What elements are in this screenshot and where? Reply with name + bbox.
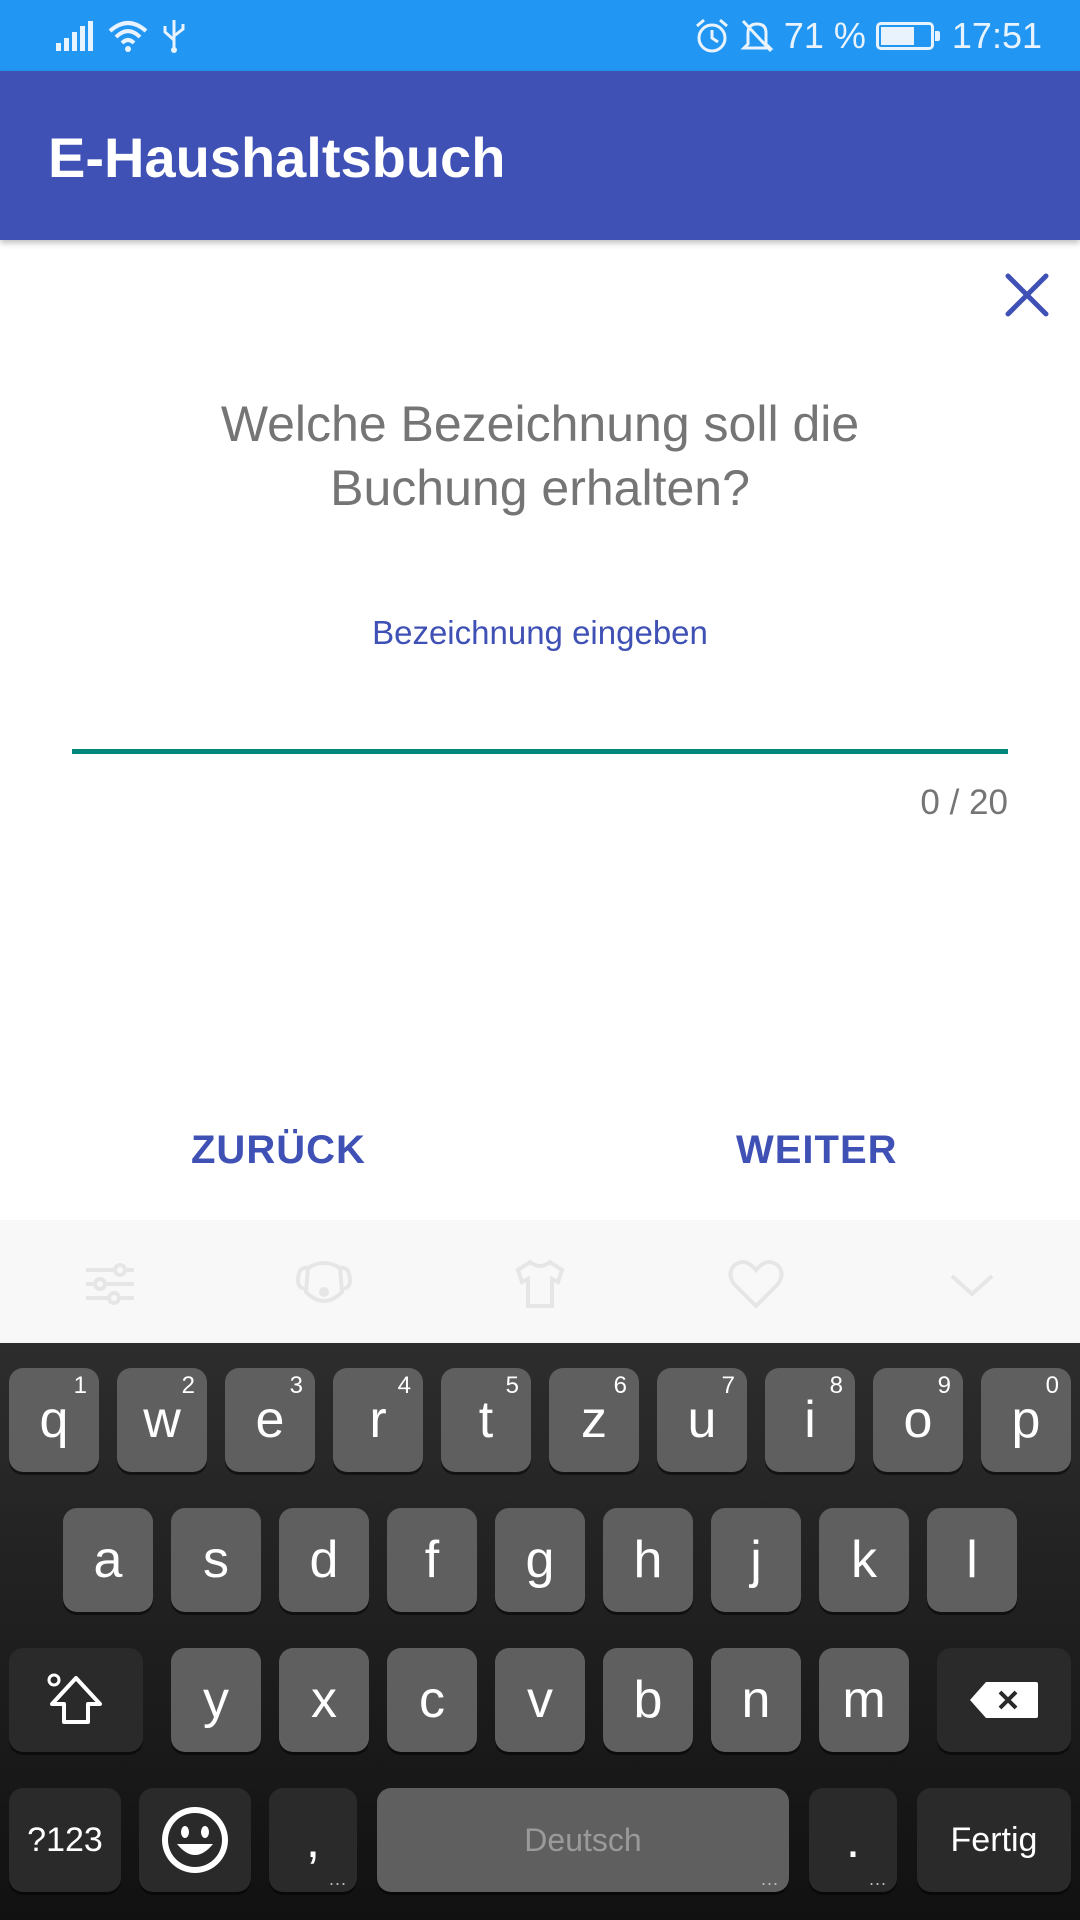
key-hint: 7 — [721, 1372, 735, 1399]
emoji-key[interactable] — [139, 1788, 251, 1892]
key-hint: 8 — [829, 1372, 843, 1399]
key-a[interactable]: a — [63, 1508, 153, 1612]
key-label: q — [39, 1391, 69, 1449]
space-key[interactable]: Deutsch... — [377, 1788, 789, 1892]
key-hint: 3 — [289, 1372, 303, 1399]
battery-percent: 71 % — [783, 15, 866, 56]
more-dots-icon: ... — [868, 1869, 887, 1889]
wifi-icon — [108, 21, 148, 52]
key-hint: 6 — [613, 1372, 627, 1399]
status-left — [56, 16, 186, 56]
close-icon — [1005, 273, 1049, 317]
key-label: o — [903, 1391, 933, 1449]
key-label: w — [143, 1391, 181, 1449]
key-i[interactable]: 8i — [765, 1368, 855, 1472]
collapse-chevron-icon[interactable] — [942, 1256, 1002, 1312]
shift-key[interactable] — [9, 1648, 143, 1752]
soft-keyboard: 1q 2w 3e 4r 5t 6z 7u 8i 9o 0p a s d f g … — [0, 1343, 1080, 1920]
theme-shirt-icon[interactable] — [510, 1256, 570, 1312]
key-label: e — [255, 1391, 285, 1449]
key-label: i — [804, 1391, 816, 1449]
alarm-icon — [695, 18, 728, 53]
key-k[interactable]: k — [819, 1508, 909, 1612]
key-label: u — [687, 1391, 717, 1449]
character-counter: 0 / 20 — [920, 783, 1008, 822]
key-x[interactable]: x — [279, 1648, 369, 1752]
key-f[interactable]: f — [387, 1508, 477, 1612]
key-hint: 4 — [397, 1372, 411, 1399]
settings-sliders-icon[interactable] — [80, 1256, 140, 1312]
key-label: z — [581, 1391, 607, 1449]
favorite-heart-icon[interactable] — [726, 1256, 786, 1312]
status-time: 17:51 — [951, 15, 1042, 56]
notifications-off-icon — [740, 19, 774, 53]
key-label: t — [478, 1391, 494, 1449]
key-c[interactable]: c — [387, 1648, 477, 1752]
key-b[interactable]: b — [603, 1648, 693, 1752]
key-hint: 0 — [1045, 1372, 1059, 1399]
input-label: Bezeichnung eingeben — [372, 614, 708, 651]
status-bar: 71 % 17:51 — [0, 0, 1080, 71]
key-l[interactable]: l — [927, 1508, 1017, 1612]
key-label: p — [1011, 1391, 1041, 1449]
name-input[interactable] — [72, 680, 1008, 750]
key-u[interactable]: 7u — [657, 1368, 747, 1472]
app-bar: E-Haushaltsbuch — [0, 71, 1080, 240]
key-label: r — [369, 1391, 387, 1449]
key-label: , — [305, 1811, 321, 1869]
shift-icon — [47, 1673, 102, 1724]
question-line-2: Buchung erhalten? — [330, 460, 750, 516]
key-label: . — [845, 1811, 861, 1869]
battery-fill — [880, 27, 914, 45]
key-t[interactable]: 5t — [441, 1368, 531, 1472]
question-text: Welche Bezeichnung soll die Buchung erha… — [100, 392, 980, 520]
key-e[interactable]: 3e — [225, 1368, 315, 1472]
close-button[interactable] — [996, 264, 1058, 326]
key-v[interactable]: v — [495, 1648, 585, 1752]
backspace-icon — [970, 1682, 1038, 1718]
key-s[interactable]: s — [171, 1508, 261, 1612]
key-z[interactable]: 6z — [549, 1368, 639, 1472]
key-hint: 9 — [937, 1372, 951, 1399]
next-button[interactable]: WEITER — [736, 1128, 898, 1173]
more-dots-icon: ... — [328, 1869, 347, 1889]
keyboard-toolbar — [0, 1220, 1080, 1343]
symbols-key[interactable]: ?123 — [9, 1788, 121, 1892]
key-hint: 5 — [505, 1372, 519, 1399]
battery-charging-icon — [875, 22, 940, 50]
key-p[interactable]: 0p — [981, 1368, 1071, 1472]
status-right: 71 % 17:51 — [694, 14, 1042, 58]
backspace-key[interactable] — [937, 1648, 1071, 1752]
signal-icon — [56, 21, 93, 51]
period-key[interactable]: .... — [809, 1788, 897, 1892]
key-h[interactable]: h — [603, 1508, 693, 1612]
key-o[interactable]: 9o — [873, 1368, 963, 1472]
usb-icon — [163, 20, 185, 53]
done-key[interactable]: Fertig — [917, 1788, 1071, 1892]
key-r[interactable]: 4r — [333, 1368, 423, 1472]
key-q[interactable]: 1q — [9, 1368, 99, 1472]
comma-key[interactable]: ,... — [269, 1788, 357, 1892]
key-hint: 1 — [73, 1372, 87, 1399]
sticker-dog-icon[interactable] — [294, 1256, 354, 1312]
more-dots-icon: ... — [760, 1869, 779, 1889]
key-n[interactable]: n — [711, 1648, 801, 1752]
question-line-1: Welche Bezeichnung soll die — [220, 396, 860, 452]
space-label: Deutsch — [524, 1821, 642, 1858]
key-y[interactable]: y — [171, 1648, 261, 1752]
key-d[interactable]: d — [279, 1508, 369, 1612]
input-underline — [72, 749, 1008, 754]
app-title: E-Haushaltsbuch — [48, 126, 506, 189]
key-g[interactable]: g — [495, 1508, 585, 1612]
emoji-icon — [162, 1807, 228, 1873]
key-hint: 2 — [181, 1372, 195, 1399]
back-button[interactable]: ZURÜCK — [191, 1128, 366, 1173]
key-m[interactable]: m — [819, 1648, 909, 1752]
key-j[interactable]: j — [711, 1508, 801, 1612]
key-w[interactable]: 2w — [117, 1368, 207, 1472]
